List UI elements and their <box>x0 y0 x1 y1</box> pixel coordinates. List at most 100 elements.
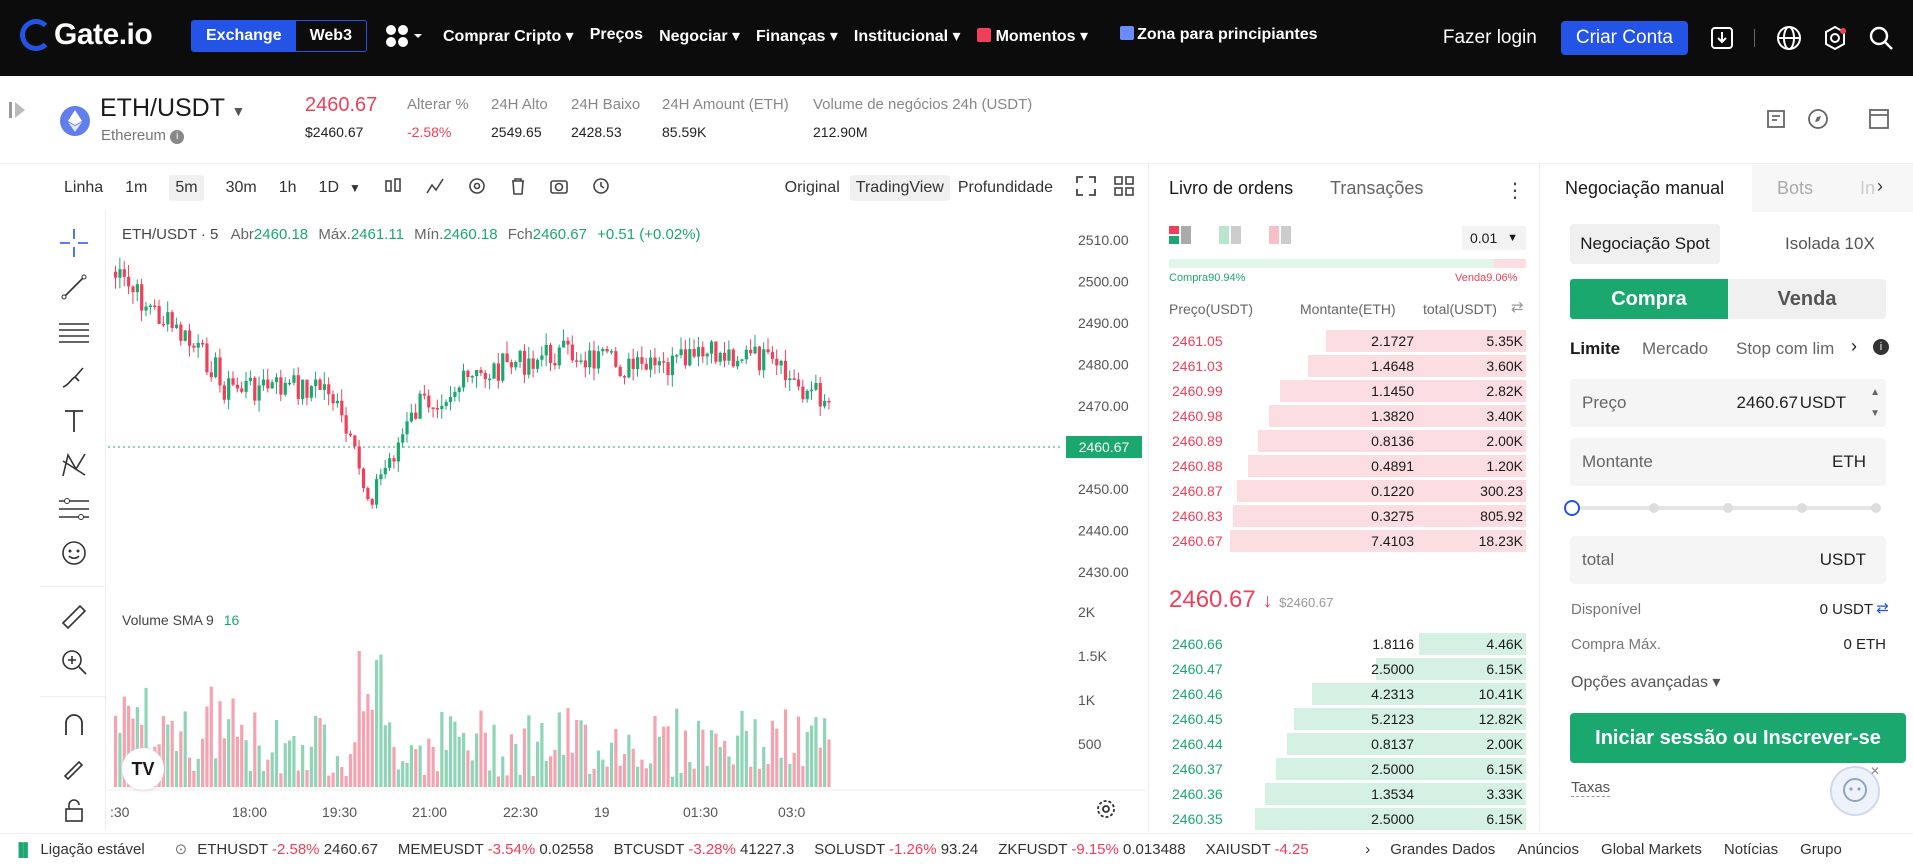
camera-icon[interactable] <box>549 177 569 200</box>
signup-button[interactable]: Criar Conta <box>1560 21 1688 55</box>
chart-canvas[interactable]: 2510.00 2500.00 2490.00 2480.00 2470.00 2460.… <box>108 212 1145 830</box>
grid-layout-icon[interactable] <box>1113 175 1135 202</box>
tabs-next-icon[interactable]: › <box>1877 176 1883 197</box>
precision-select[interactable]: 0.01 ▼ <box>1462 226 1526 250</box>
tab-orderbook[interactable]: Livro de ordens <box>1169 178 1293 199</box>
ticker-item[interactable]: BTCUSDT -3.28% 41227.3 <box>614 841 795 858</box>
price-stepper-icon[interactable]: ▲ ▼ <box>1870 382 1880 424</box>
bid-row[interactable]: 2460.36 1.3534 3.33K <box>1169 782 1526 807</box>
close-chat-icon[interactable]: ✕ <box>1870 764 1880 778</box>
panel-layout-icon[interactable] <box>1868 108 1890 135</box>
ticker-item[interactable]: XAIUSDT -4.25 <box>1206 841 1309 858</box>
gate-logo[interactable]: Gate.io <box>20 18 153 52</box>
nav-moments[interactable]: Momentos ▾ <box>976 26 1104 46</box>
tab-bots[interactable]: Bots <box>1777 178 1813 199</box>
nav-institutional[interactable]: Institucional ▾ <box>854 26 961 46</box>
brush-icon[interactable] <box>57 360 91 394</box>
login-signup-button[interactable]: Iniciar sessão ou Inscrever-se <box>1570 713 1906 763</box>
fullscreen-icon[interactable] <box>1075 175 1097 202</box>
candle-type-icon[interactable] <box>383 177 403 200</box>
emoji-icon[interactable] <box>57 536 91 570</box>
footer-link-news[interactable]: Notícias <box>1724 841 1778 858</box>
settings-gear-icon[interactable] <box>467 177 487 200</box>
web3-tab[interactable]: Web3 <box>296 21 366 51</box>
nav-finance[interactable]: Finanças ▾ <box>756 26 838 46</box>
magnet-icon[interactable] <box>57 707 91 741</box>
interval-1h[interactable]: 1h <box>279 179 297 197</box>
order-type-stop-limit[interactable]: Stop com lim <box>1736 339 1840 359</box>
order-type-market[interactable]: Mercado <box>1642 339 1708 359</box>
nav-beginners[interactable]: Zona para principiantes <box>1120 26 1333 46</box>
view-original[interactable]: Original <box>785 179 840 197</box>
ticker-next-icon[interactable]: › <box>1365 841 1370 858</box>
swap-icon[interactable]: ⇄ <box>1511 298 1524 316</box>
replay-icon[interactable] <box>591 177 611 200</box>
interval-1m[interactable]: 1m <box>125 179 147 197</box>
slider-mark-50[interactable] <box>1723 503 1733 513</box>
indicators-icon[interactable] <box>425 177 445 200</box>
interval-line[interactable]: Linha <box>64 179 103 197</box>
ask-row[interactable]: 2460.99 1.1450 2.82K <box>1169 379 1526 404</box>
spot-mode[interactable]: Negociação Spot <box>1570 224 1720 264</box>
bid-row[interactable]: 2460.44 0.8137 2.00K <box>1169 732 1526 757</box>
price-chart[interactable]: 2510.00 2500.00 2490.00 2480.00 2470.00 2460.… <box>108 212 1145 830</box>
ask-row[interactable]: 2460.67 7.4103 18.23K <box>1169 529 1526 554</box>
order-info-icon[interactable]: i <box>1873 339 1889 355</box>
slider-mark-25[interactable] <box>1649 503 1659 513</box>
bid-row[interactable]: 2460.46 4.2313 10.41K <box>1169 682 1526 707</box>
tab-manual-trading[interactable]: Negociação manual <box>1547 164 1752 212</box>
compass-icon[interactable] <box>1807 108 1829 135</box>
text-tool-icon[interactable] <box>57 404 91 438</box>
ask-row[interactable]: 2460.83 0.3275 805.92 <box>1169 504 1526 529</box>
ob-view-both-icon[interactable] <box>1169 226 1193 251</box>
ticker-item[interactable]: SOLUSDT -1.26% 93.24 <box>814 841 978 858</box>
footer-link-global-markets[interactable]: Global Markets <box>1601 841 1702 858</box>
footer-link-group[interactable]: Grupo <box>1800 841 1842 858</box>
price-input[interactable]: Preço 2460.67 USDT ▲ ▼ <box>1570 379 1886 427</box>
ask-row[interactable]: 2460.88 0.4891 1.20K <box>1169 454 1526 479</box>
ticker-item[interactable]: MEMEUSDT -3.54% 0.02558 <box>398 841 594 858</box>
globe-icon[interactable] <box>1775 24 1803 52</box>
ask-row[interactable]: 2460.98 1.3820 3.40K <box>1169 404 1526 429</box>
tab-trades[interactable]: Transações <box>1330 178 1423 199</box>
layout-icon[interactable] <box>1766 108 1788 135</box>
advanced-options[interactable]: Opções avançadas ▾ <box>1571 672 1720 692</box>
total-input[interactable]: total USDT <box>1570 536 1886 584</box>
search-icon[interactable] <box>1867 24 1895 52</box>
tradingview-logo-icon[interactable]: TV <box>122 748 164 790</box>
fib-icon[interactable] <box>57 492 91 526</box>
view-depth[interactable]: Profundidade <box>958 179 1053 197</box>
isolated-mode[interactable]: Isolada 10X <box>1785 234 1875 254</box>
view-tradingview[interactable]: TradingView <box>849 175 950 201</box>
lock-icon[interactable] <box>57 794 91 828</box>
ask-row[interactable]: 2461.03 1.4648 3.60K <box>1169 354 1526 379</box>
footer-link-announcements[interactable]: Anúncios <box>1517 841 1579 858</box>
interval-30m[interactable]: 30m <box>226 179 257 197</box>
ob-view-bids-icon[interactable] <box>1219 226 1243 251</box>
interval-dropdown-icon[interactable]: ▼ <box>349 181 361 195</box>
interval-1d[interactable]: 1D <box>319 179 339 197</box>
pair-selector[interactable]: ETH/USDT ▼ <box>100 94 245 123</box>
nav-trade[interactable]: Negociar ▾ <box>659 26 740 46</box>
bid-row[interactable]: 2460.66 1.8116 4.46K <box>1169 632 1526 657</box>
lock-draw-icon[interactable] <box>57 750 91 784</box>
exchange-tab[interactable]: Exchange <box>192 21 296 51</box>
ask-row[interactable]: 2460.89 0.8136 2.00K <box>1169 429 1526 454</box>
fees-link[interactable]: Taxas <box>1571 779 1611 797</box>
bid-row[interactable]: 2460.47 2.5000 6.15K <box>1169 657 1526 682</box>
info-icon[interactable]: i <box>170 130 185 144</box>
transfer-icon[interactable]: ⇄ <box>1876 599 1889 617</box>
footer-link-big-data[interactable]: Grandes Dados <box>1390 841 1495 858</box>
nav-prices[interactable]: Preços <box>590 26 643 46</box>
apps-grid-icon[interactable] <box>384 22 424 57</box>
amount-input[interactable]: Montante ETH <box>1570 438 1886 486</box>
bid-row[interactable]: 2460.45 5.2123 12.82K <box>1169 707 1526 732</box>
ob-view-asks-icon[interactable] <box>1269 226 1293 251</box>
ticker-item[interactable]: ETHUSDT -2.58% 2460.67 <box>197 841 378 858</box>
buy-tab[interactable]: Compra <box>1570 279 1728 319</box>
sell-tab[interactable]: Venda <box>1728 279 1886 319</box>
tab-in[interactable]: In <box>1860 178 1875 199</box>
horizontal-lines-icon[interactable] <box>57 315 91 349</box>
ruler-icon[interactable] <box>57 600 91 634</box>
bid-row[interactable]: 2460.37 2.5000 6.15K <box>1169 757 1526 782</box>
